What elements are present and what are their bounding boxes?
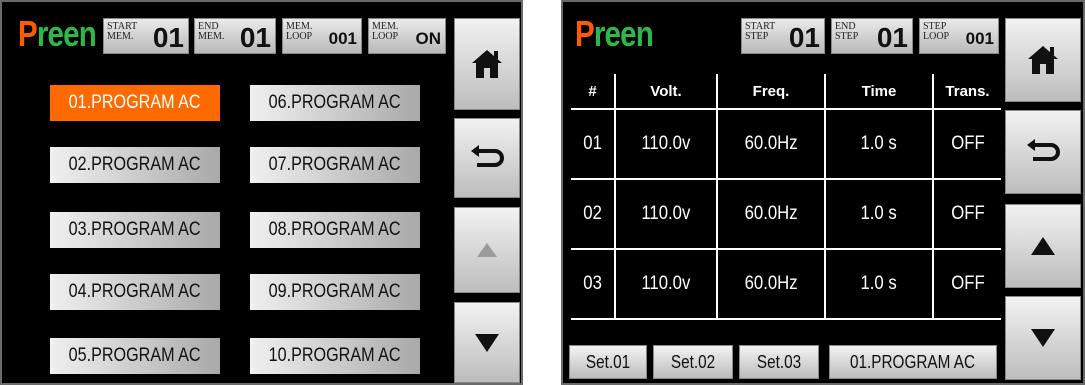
up-triangle-icon [1031,237,1055,255]
table-row[interactable]: 01 110.0v 60.0Hz 1.0 s OFF [571,109,1001,180]
preen-logo: Preen [18,13,97,54]
program-name-button[interactable]: 01.PROGRAM AC [829,345,997,379]
home-icon [1028,46,1058,74]
back-button[interactable] [1005,110,1081,194]
trans-cell[interactable]: OFF [932,109,1001,180]
back-arrow-icon [1027,139,1060,161]
preen-logo: Preen [575,13,654,54]
time-cell[interactable]: 1.0 s [824,249,933,320]
up-triangle-icon [477,243,497,257]
start-step-box[interactable]: START STEP 01 [741,18,825,54]
step-number-cell: 03 [571,249,615,320]
program-button-08[interactable]: 08.PROGRAM AC [250,212,420,248]
end-mem-box[interactable]: END MEM. 01 [194,18,276,54]
program-button-07[interactable]: 07.PROGRAM AC [250,147,420,183]
mem-loop-toggle-box[interactable]: MEM. LOOP ON [368,18,446,54]
program-button-10[interactable]: 10.PROGRAM AC [250,338,420,374]
time-cell[interactable]: 1.0 s [824,109,933,180]
home-button[interactable] [454,18,520,110]
set-01-button[interactable]: Set.01 [569,345,647,379]
end-step-box[interactable]: END STEP 01 [831,18,913,54]
start-mem-box[interactable]: START MEM. 01 [103,18,189,54]
mem-loop-count-box[interactable]: MEM. LOOP 001 [282,18,362,54]
program-button-05[interactable]: 05.PROGRAM AC [50,338,220,374]
scroll-up-button[interactable] [454,207,520,293]
step-number-cell: 01 [571,109,615,180]
column-header-number: # [571,74,615,110]
down-triangle-icon [475,333,499,352]
trans-cell[interactable]: OFF [932,179,1001,250]
column-header-time: Time [824,74,933,110]
memory-list-screen: Preen START MEM. 01 END MEM. 01 MEM. LOO… [0,0,523,385]
down-triangle-icon [1031,329,1055,347]
trans-cell[interactable]: OFF [932,249,1001,320]
home-icon [472,50,502,78]
program-button-09[interactable]: 09.PROGRAM AC [250,274,420,310]
column-header-trans: Trans. [932,74,1001,110]
table-row[interactable]: 03 110.0v 60.0Hz 1.0 s OFF [571,249,1001,320]
volt-cell[interactable]: 110.0v [614,179,717,250]
step-loop-box[interactable]: STEP LOOP 001 [919,18,999,54]
set-03-button[interactable]: Set.03 [739,345,819,379]
program-button-02[interactable]: 02.PROGRAM AC [50,147,220,183]
time-cell[interactable]: 1.0 s [824,179,933,250]
set-02-button[interactable]: Set.02 [653,345,733,379]
freq-cell[interactable]: 60.0Hz [716,109,825,180]
program-button-01[interactable]: 01.PROGRAM AC [50,85,220,121]
volt-cell[interactable]: 110.0v [614,249,717,320]
program-button-06[interactable]: 06.PROGRAM AC [250,85,420,121]
back-button[interactable] [454,118,520,198]
program-button-04[interactable]: 04.PROGRAM AC [50,274,220,310]
column-header-freq: Freq. [716,74,825,110]
freq-cell[interactable]: 60.0Hz [716,179,825,250]
scroll-down-button[interactable] [1005,296,1081,380]
program-button-03[interactable]: 03.PROGRAM AC [50,212,220,248]
freq-cell[interactable]: 60.0Hz [716,249,825,320]
step-number-cell: 02 [571,179,615,250]
table-row[interactable]: 02 110.0v 60.0Hz 1.0 s OFF [571,179,1001,250]
scroll-down-button[interactable] [454,302,520,383]
home-button[interactable] [1005,18,1081,102]
step-table-screen: Preen START STEP 01 END STEP 01 STEP LOO… [561,0,1085,385]
scroll-up-button[interactable] [1005,204,1081,288]
column-header-volt: Volt. [614,74,717,110]
back-arrow-icon [471,145,504,167]
step-table: # Volt. Freq. Time Trans. 01 110.0v 60.0… [571,74,1001,320]
volt-cell[interactable]: 110.0v [614,109,717,180]
